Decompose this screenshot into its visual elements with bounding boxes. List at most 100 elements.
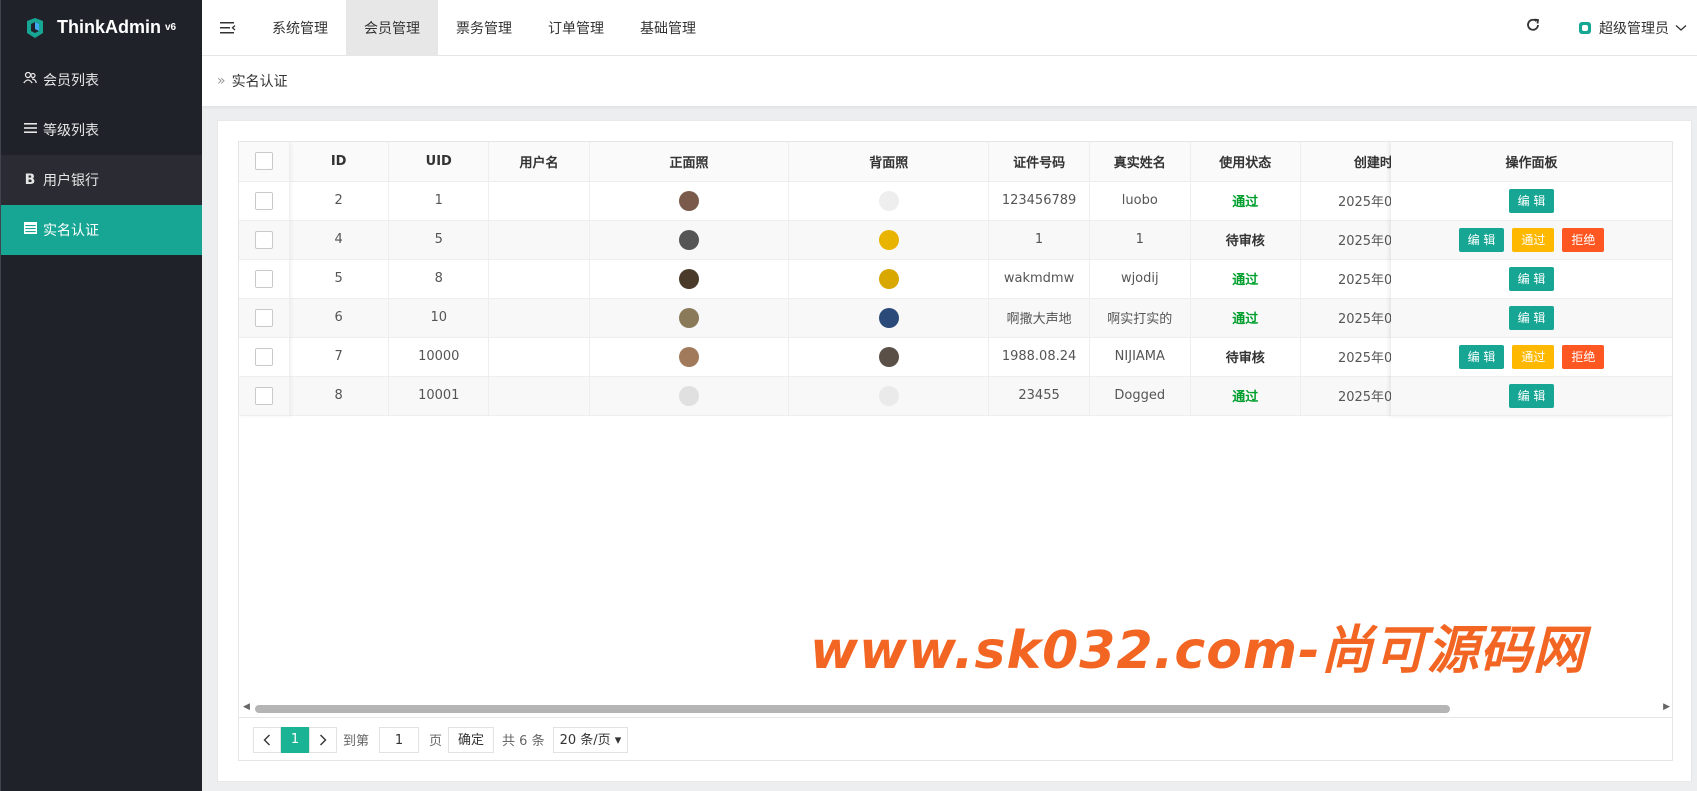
prev-page-button[interactable]: [253, 726, 281, 753]
per-page-select[interactable]: 20 条/页 ▾: [552, 726, 629, 753]
cell-status: 待审核: [1190, 220, 1301, 260]
back-photo-thumbnail[interactable]: [878, 229, 899, 250]
cell-back-photo: [788, 259, 990, 299]
sidebar-item-user-bank[interactable]: B 用户银行: [1, 155, 202, 205]
cell-id: 2: [288, 181, 390, 221]
cell-id-number: 1: [988, 220, 1090, 260]
approve-button[interactable]: 通过: [1512, 227, 1555, 252]
confirm-page-button[interactable]: 确定: [448, 726, 495, 753]
page-number-input[interactable]: 1: [379, 726, 420, 753]
col-header-real-name[interactable]: 真实姓名: [1089, 142, 1191, 182]
approve-button[interactable]: 通过: [1512, 344, 1555, 369]
col-header-actions: 操作面板: [1391, 142, 1672, 182]
edit-button[interactable]: 编 辑: [1508, 305, 1555, 330]
horizontal-scrollbar[interactable]: ◀ ▶: [239, 702, 1672, 714]
action-row: 编 辑: [1391, 181, 1672, 221]
app-logo[interactable]: ThinkAdmin v6: [1, 0, 202, 55]
refresh-icon[interactable]: [1503, 17, 1563, 38]
select-all-checkbox[interactable]: [254, 152, 273, 171]
tab-member[interactable]: 会员管理: [346, 0, 438, 56]
row-checkbox-cell[interactable]: [239, 220, 290, 260]
cell-id: 4: [288, 220, 390, 260]
edit-button[interactable]: 编 辑: [1508, 266, 1555, 291]
sidebar-item-label: 会员列表: [43, 73, 99, 89]
col-header-id-number[interactable]: 证件号码: [988, 142, 1090, 182]
sidebar-item-real-name-auth[interactable]: 实名认证: [1, 205, 202, 255]
sidebar-item-member-list[interactable]: 会员列表: [1, 55, 202, 105]
table-icon: [23, 222, 37, 238]
front-photo-thumbnail[interactable]: [679, 268, 700, 289]
breadcrumb-current: 实名认证: [231, 74, 288, 90]
row-checkbox-cell[interactable]: [239, 298, 290, 338]
col-header-back-photo[interactable]: 背面照: [788, 142, 990, 182]
col-header-uid[interactable]: UID: [388, 142, 490, 182]
cell-real-name: Dogged: [1089, 376, 1191, 416]
scroll-left-arrow-icon[interactable]: ◀: [243, 702, 250, 712]
col-header-front-photo[interactable]: 正面照: [589, 142, 790, 182]
users-icon: [23, 71, 37, 88]
front-photo-thumbnail[interactable]: [679, 346, 700, 367]
thinkadmin-logo-icon: [27, 17, 43, 38]
col-header-status[interactable]: 使用状态: [1190, 142, 1301, 182]
cell-actions: 编 辑: [1391, 376, 1672, 416]
list-icon: [23, 122, 37, 138]
cell-status: 通过: [1190, 181, 1301, 221]
col-header-id[interactable]: ID: [288, 142, 390, 182]
cell-real-name: NIJIAMA: [1089, 337, 1191, 377]
row-checkbox[interactable]: [254, 269, 273, 288]
row-checkbox-cell[interactable]: [239, 181, 290, 221]
app-name: ThinkAdmin: [57, 17, 161, 37]
cell-actions: 编 辑: [1391, 298, 1672, 338]
cell-id-number: wakmdmw: [988, 259, 1090, 299]
back-photo-thumbnail[interactable]: [878, 190, 899, 211]
row-checkbox[interactable]: [254, 230, 273, 249]
cell-uid: 10000: [388, 337, 490, 377]
edit-button[interactable]: 编 辑: [1458, 344, 1505, 369]
cell-username: [488, 376, 590, 416]
front-photo-thumbnail[interactable]: [679, 229, 700, 250]
row-checkbox[interactable]: [254, 386, 273, 405]
next-page-button[interactable]: [309, 726, 337, 753]
back-photo-thumbnail[interactable]: [878, 268, 899, 289]
menu-toggle-icon[interactable]: [202, 0, 254, 56]
cell-id-number: 啊撒大声地: [988, 298, 1090, 338]
reject-button[interactable]: 拒绝: [1562, 227, 1605, 252]
edit-button[interactable]: 编 辑: [1508, 188, 1555, 213]
row-checkbox[interactable]: [254, 191, 273, 210]
tab-ticket[interactable]: 票务管理: [438, 0, 530, 56]
back-photo-thumbnail[interactable]: [878, 346, 899, 367]
front-photo-thumbnail[interactable]: [679, 385, 700, 406]
edit-button[interactable]: 编 辑: [1458, 227, 1505, 252]
sidebar-item-level-list[interactable]: 等级列表: [1, 105, 202, 155]
row-checkbox-cell[interactable]: [239, 259, 290, 299]
col-header-checkbox-fixed[interactable]: [239, 142, 290, 182]
sidebar-item-label: 实名认证: [43, 223, 99, 239]
row-checkbox[interactable]: [254, 347, 273, 366]
tab-order[interactable]: 订单管理: [530, 0, 622, 56]
page-button-current[interactable]: 1: [281, 726, 309, 753]
cell-id: 6: [288, 298, 390, 338]
back-photo-thumbnail[interactable]: [878, 307, 899, 328]
fixed-left-row: [239, 376, 290, 416]
cell-status: 通过: [1190, 376, 1301, 416]
action-row: 编 辑: [1391, 259, 1672, 299]
tab-system[interactable]: 系统管理: [254, 0, 346, 56]
reject-button[interactable]: 拒绝: [1562, 344, 1605, 369]
col-header-username[interactable]: 用户名: [488, 142, 590, 182]
row-checkbox-cell[interactable]: [239, 376, 290, 416]
edit-button[interactable]: 编 辑: [1508, 383, 1555, 408]
double-chevron-icon: »: [217, 73, 226, 89]
front-photo-thumbnail[interactable]: [679, 190, 700, 211]
back-photo-thumbnail[interactable]: [878, 385, 899, 406]
sidebar: ThinkAdmin v6 会员列表 等级列表 B 用户银行 实名认证: [0, 0, 202, 791]
sidebar-item-label: 用户银行: [43, 173, 99, 189]
scrollbar-thumb[interactable]: [255, 705, 1450, 713]
row-checkbox-cell[interactable]: [239, 337, 290, 377]
user-menu[interactable]: 超级管理员: [1563, 18, 1697, 38]
scroll-right-arrow-icon[interactable]: ▶: [1663, 702, 1670, 712]
cell-real-name: 1: [1089, 220, 1191, 260]
row-checkbox[interactable]: [254, 308, 273, 327]
tab-basic[interactable]: 基础管理: [622, 0, 714, 56]
cell-id-number: 23455: [988, 376, 1090, 416]
front-photo-thumbnail[interactable]: [679, 307, 700, 328]
